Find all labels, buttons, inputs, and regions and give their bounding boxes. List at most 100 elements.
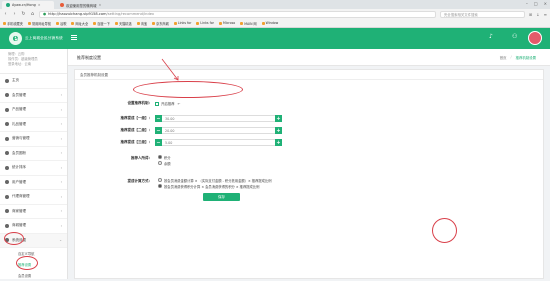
radio-label: 按会员消费获得积分计算 × 会员消费获得的积分 × 推荐提成比例: [164, 184, 260, 189]
close-tab-icon[interactable]: ×: [99, 3, 102, 7]
hamburger-menu-icon[interactable]: [71, 35, 77, 40]
folder-icon: [136, 21, 140, 25]
heart-icon: [5, 151, 9, 156]
level1-input[interactable]: 30.00: [162, 115, 275, 122]
level1-stepper: − 30.00 +: [155, 115, 282, 122]
chevron-left-icon: ‹: [60, 223, 62, 228]
sidebar-item-users[interactable]: 用户管理 ‹: [0, 176, 67, 190]
bookmark-label: 京东商城: [156, 21, 169, 26]
tab-inactive[interactable]: 欢迎使用您的微商城 ×: [56, 1, 118, 9]
field-label: 推荐提成【三级】：: [120, 140, 153, 144]
level3-input[interactable]: 5.00: [162, 139, 275, 146]
radio-icon: [158, 161, 162, 165]
user-icon[interactable]: ⚇: [512, 33, 517, 40]
row-switch: 设置推荐机制： 开启推荐 ←: [105, 101, 181, 106]
close-window-icon[interactable]: ×: [544, 1, 547, 6]
bookmarks-bar: 手机收藏夹 常用网址导航 谷歌 网址大全 百度一下 天猫精选 淘宝 京东商城 L…: [0, 19, 550, 27]
chevron-down-icon: ⌄: [59, 238, 62, 243]
url-input[interactable]: ● http://haozuichang.vip9158.com /settin…: [39, 10, 436, 18]
increment-button[interactable]: +: [275, 127, 282, 134]
chart-icon: [5, 165, 9, 170]
forward-icon[interactable]: ›: [12, 11, 17, 17]
sidebar-item-merchants[interactable]: 商家管理 ‹: [0, 205, 67, 219]
chevron-left-icon: ‹: [60, 136, 62, 141]
menu-icon[interactable]: ≡: [544, 12, 547, 17]
decrement-button[interactable]: −: [155, 139, 162, 146]
chevron-left-icon: ‹: [60, 194, 62, 199]
gift-icon: [5, 122, 9, 127]
sidebar-item-label: 礼品管理: [12, 121, 26, 126]
radio-icon: [158, 184, 162, 188]
breadcrumb-home[interactable]: 首页: [500, 55, 507, 60]
save-button[interactable]: 保存: [203, 193, 240, 201]
level2-input[interactable]: 20.00: [162, 127, 275, 134]
chevron-left-icon: ‹: [60, 151, 62, 156]
bookmark-item[interactable]: MAIN 网: [240, 21, 257, 26]
sidebar-item-label: 代理商管理: [12, 194, 30, 199]
chevron-left-icon: ‹: [60, 122, 62, 127]
increment-button[interactable]: +: [275, 139, 282, 146]
bookmark-label: MAIN 网: [244, 21, 257, 26]
bookmark-item[interactable]: 谷歌: [56, 21, 66, 26]
back-icon[interactable]: ‹: [3, 11, 8, 17]
increment-button[interactable]: +: [275, 115, 282, 122]
checkbox-icon: [155, 101, 159, 106]
enable-recommend-checkbox[interactable]: 开启推荐 ←: [155, 101, 180, 106]
reload-icon[interactable]: ↻: [21, 11, 26, 17]
address-bar-row: ‹ › ↻ ⌂ ● http://haozuichang.vip9158.com…: [0, 9, 550, 19]
checkbox-label: 开启推荐: [161, 102, 175, 106]
sidebar-item-home[interactable]: 主页: [0, 74, 67, 89]
maximize-icon[interactable]: □: [534, 1, 538, 6]
close-tab-icon[interactable]: ×: [38, 3, 41, 7]
sidebar-item-products[interactable]: 产品管理 ‹: [0, 103, 67, 118]
bookmark-item[interactable]: Links for: [196, 21, 214, 25]
radio-balance[interactable]: 余额: [158, 160, 171, 166]
sidebar-item-gifts[interactable]: 礼品管理 ‹: [0, 118, 67, 132]
app-logo: e: [9, 32, 22, 45]
radio-icon: [158, 155, 162, 159]
decrement-button[interactable]: −: [155, 127, 162, 134]
sidebar-subitem-member-settings[interactable]: 会员设置: [0, 270, 67, 281]
bell-icon[interactable]: ♪: [489, 33, 493, 40]
bookmark-item[interactable]: 天猫精选: [114, 21, 132, 26]
panel-title: 会员推荐机制设置: [75, 70, 543, 80]
radio-label: 余额: [164, 161, 171, 166]
briefcase-icon: [5, 194, 9, 199]
bookmark-item[interactable]: Microso: [219, 21, 235, 25]
bookmark-item[interactable]: Window: [261, 21, 278, 25]
bookmark-label: Links for: [200, 21, 214, 25]
bookmark-label: 百度一下: [97, 21, 110, 26]
folder-icon: [93, 21, 97, 25]
bookmark-label: 天猫精选: [118, 21, 132, 26]
cart-icon: [5, 223, 9, 228]
radio-calc-points[interactable]: 按会员消费获得积分计算 × 会员消费获得的积分 × 推荐提成比例: [158, 183, 272, 189]
radio-calc-amount[interactable]: 按会员消费金额计算 × （实际支付金额 - 积分抵用金额）× 推荐提成比例: [158, 177, 272, 183]
folder-icon: [27, 21, 31, 25]
download-icon[interactable]: ↓: [536, 12, 539, 17]
avatar[interactable]: [528, 31, 542, 45]
minimize-icon[interactable]: –: [526, 1, 528, 6]
tab-title: 欢迎使用您的微商城: [66, 3, 97, 8]
bookmark-item[interactable]: 常用网址导航: [27, 21, 51, 26]
bookmark-item[interactable]: 百度一下: [93, 21, 110, 26]
browser-search-input[interactable]: 完全搜索相关文件搜索: [439, 10, 525, 18]
annotation-arrow: [161, 58, 179, 81]
sidebar-item-marketing[interactable]: 营销与管理 ‹: [0, 132, 67, 147]
settings-panel: 会员推荐机制设置 设置推荐机制： 开启推荐 ← 推荐提成【一级】： − 30.0…: [74, 69, 544, 279]
sidebar-item-stats[interactable]: 统计排序 ‹: [0, 161, 67, 176]
extensions-icon[interactable]: ⊞: [529, 12, 532, 17]
bookmark-item[interactable]: 手机收藏夹: [3, 21, 23, 26]
sidebar-item-agents[interactable]: 代理商管理 ‹: [0, 190, 67, 205]
box-icon: [5, 107, 9, 112]
row-recipient: 推荐人所得：: [105, 156, 155, 161]
bookmark-item[interactable]: Links for: [173, 21, 191, 25]
sidebar-item-fans[interactable]: 会员圈粉 ‹: [0, 147, 67, 161]
calc-radio-group: 按会员消费金额计算 × （实际支付金额 - 积分抵用金额）× 推荐提成比例 按会…: [158, 177, 272, 189]
bookmark-item[interactable]: 京东商城: [152, 21, 169, 26]
home-icon[interactable]: ⌂: [30, 11, 35, 17]
bookmark-item[interactable]: 网址大全: [71, 21, 88, 26]
sidebar-item-members[interactable]: 会员管理 ‹: [0, 89, 67, 103]
tab-active[interactable]: Ayaw.cn/Hong ×: [2, 1, 54, 9]
bookmark-item[interactable]: 淘宝: [136, 21, 147, 26]
decrement-button[interactable]: −: [155, 115, 162, 122]
